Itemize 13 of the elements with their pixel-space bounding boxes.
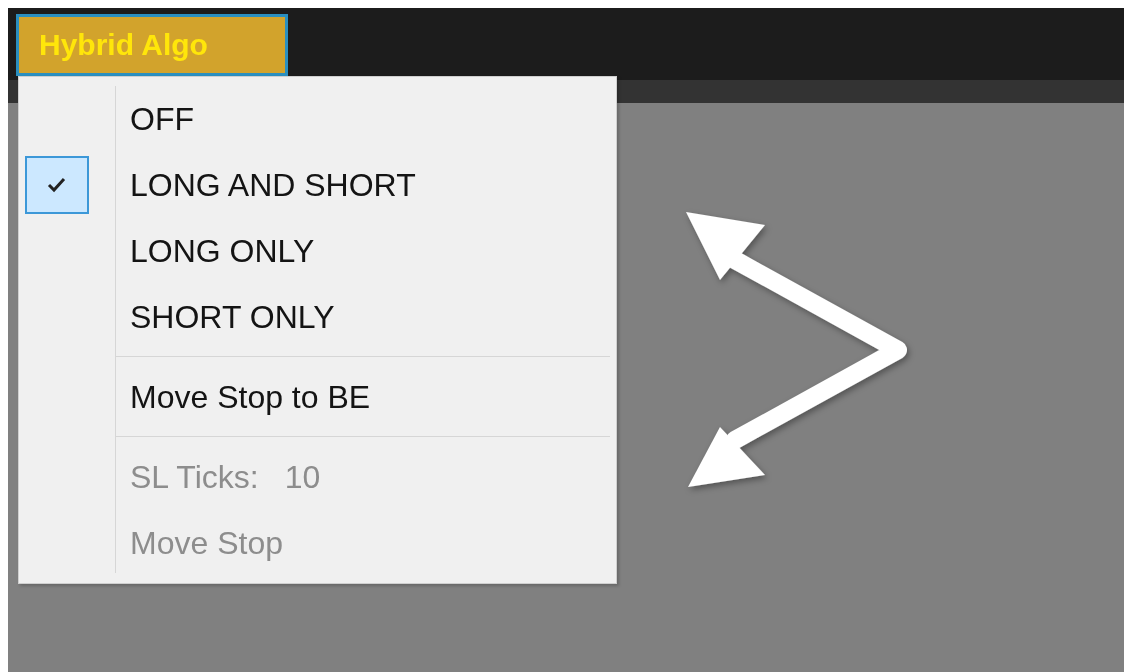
menu-item-label: Move Stop to BE (130, 378, 371, 416)
menu-item[interactable]: LONG AND SHORT (19, 152, 616, 218)
menu-item-label: SHORT ONLY (130, 298, 335, 336)
tick-value: 10 (284, 458, 321, 496)
menu-item[interactable]: OFF (19, 86, 616, 152)
menu-item-label: LONG ONLY (130, 232, 315, 270)
menu-item[interactable]: LONG ONLY (19, 218, 616, 284)
menu-item-label: LONG AND SHORT (130, 166, 416, 204)
menu-item[interactable]: SHORT ONLY (19, 284, 616, 350)
menu-item-label: OFF (130, 100, 194, 138)
menu-item-label: Move Stop (130, 524, 283, 562)
menu-item-label: SL Ticks: (130, 458, 259, 496)
menu-item[interactable]: Move Stop to BE (19, 364, 616, 430)
